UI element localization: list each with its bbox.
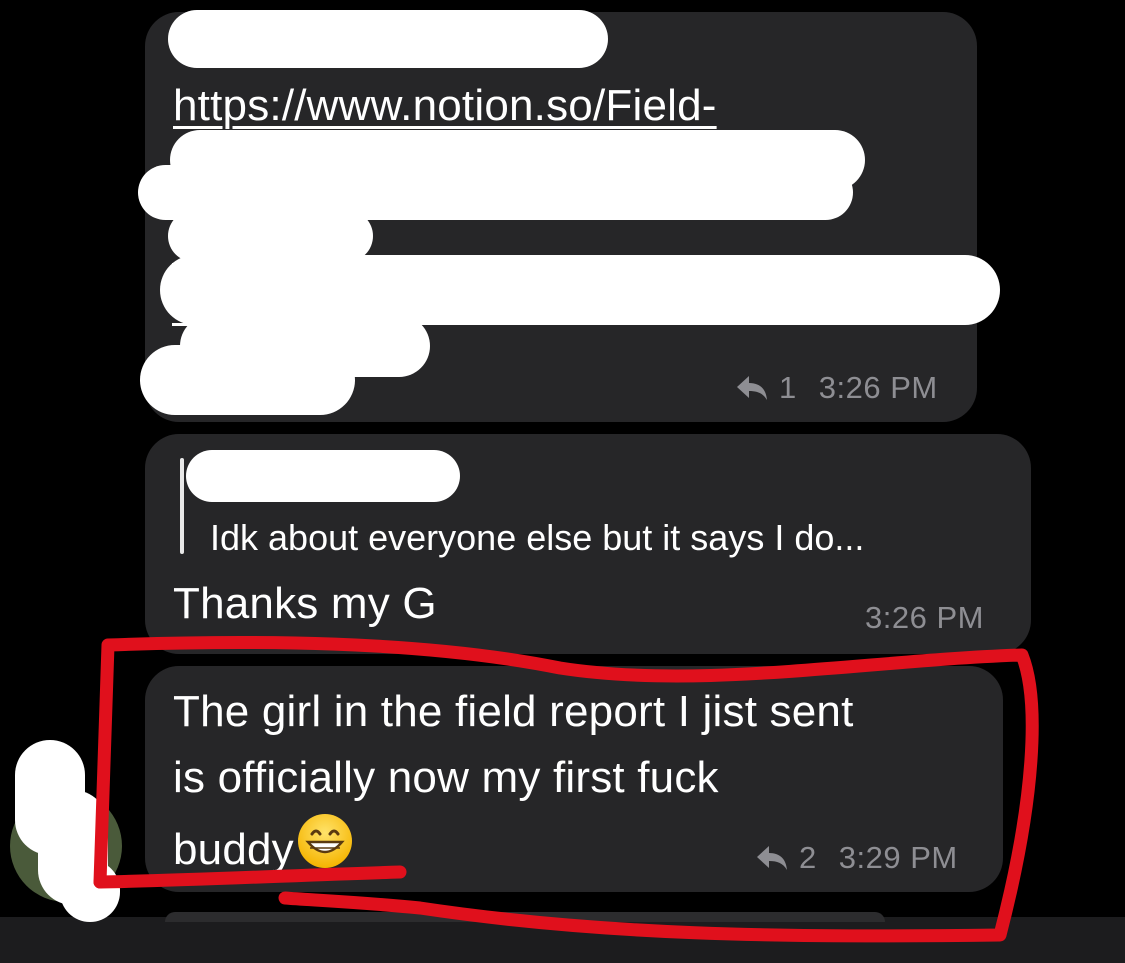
message-text-last-word: buddy [173,825,294,874]
notion-link[interactable]: https://www.notion.so/Field- [173,74,717,138]
next-message-bubble-edge [165,912,885,922]
message-text-thanks: Thanks my G [173,579,437,628]
reply-count[interactable]: 1 [779,370,797,406]
quoted-message-text[interactable]: Idk about everyone else but it says I do… [210,516,864,560]
reply-icon[interactable] [735,374,769,402]
message-time: 3:26 PM [818,370,938,405]
message-meta-1: 1 3:26 PM [735,370,938,406]
message-text-line-3: buddy [173,812,354,888]
reply-count[interactable]: 2 [799,840,817,876]
message-time: 3:26 PM [865,600,984,635]
message-time: 3:29 PM [838,840,958,875]
grinning-emoji-icon [296,812,354,888]
message-meta-2: 3:26 PM [865,600,984,636]
message-text-line-1: The girl in the field report I jist sent [173,687,854,736]
message-meta-3: 2 3:29 PM [755,840,958,876]
quote-bar [180,458,184,554]
reply-icon[interactable] [755,844,789,872]
message-text-line-2: is officially now my first fuck [173,753,719,802]
bottom-bar [0,917,1125,963]
